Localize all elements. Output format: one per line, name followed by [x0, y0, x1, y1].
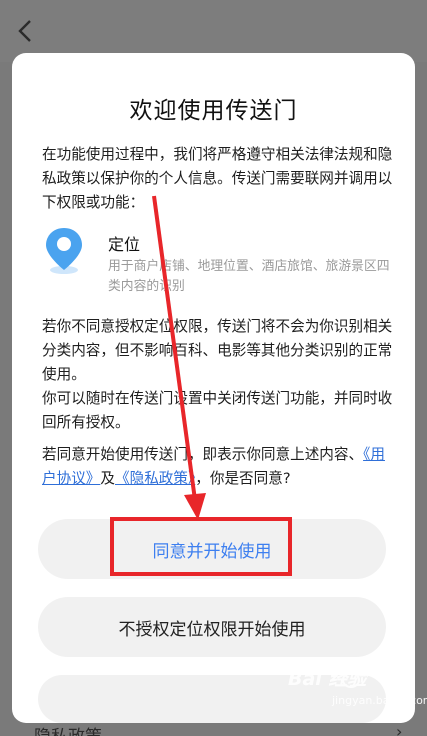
- notice-text-2: 你可以随时在传送门设置中关闭传送门功能，并同时收回所有授权。: [42, 390, 393, 431]
- intro-text: 在功能使用过程中，我们将严格遵守相关法律法规和隐私政策以保护你的个人信息。传送门…: [42, 146, 393, 211]
- back-arrow-icon[interactable]: [14, 18, 36, 44]
- watermark-domain: jingyan.baidu.com: [332, 694, 427, 707]
- baidu-jingyan-watermark: Bai 经验 jingyan.baidu.com: [288, 658, 427, 718]
- location-pin-icon: [46, 228, 82, 274]
- watermark-brand: Bai 经验: [288, 668, 367, 690]
- privacy-policy-menu-item[interactable]: 隐私政策: [34, 722, 102, 736]
- chevron-right-icon: ›: [396, 722, 403, 736]
- consent-text: 若同意开始使用传送门，即表示你同意上述内容、《用户协议》及《隐私政策》，你是否同…: [42, 443, 394, 491]
- permission-description: 用于商户店铺、地理位置、酒店旅馆、旅游景区四类内容的识别: [108, 259, 390, 294]
- consent-suffix: ，你是否同意?: [195, 470, 291, 487]
- annotation-highlight-box: [110, 517, 292, 576]
- dialog-title: 欢迎使用传送门: [129, 98, 298, 124]
- privacy-policy-link[interactable]: 《隐私政策》: [115, 470, 195, 487]
- permission-dialog: 欢迎使用传送门 在功能使用过程中，我们将严格遵守相关法律法规和隐私政策以保护你的…: [12, 53, 415, 723]
- start-without-location-button[interactable]: 不授权定位权限开始使用: [38, 597, 386, 657]
- consent-prefix: 若同意开始使用传送门，即表示你同意上述内容、: [42, 446, 364, 463]
- permission-title: 定位: [108, 235, 141, 254]
- notice-text-1: 若你不同意授权定位权限，传送门将不会为你识别相关分类内容，但不影响百科、电影等其…: [42, 318, 393, 383]
- consent-and: 及: [100, 470, 115, 487]
